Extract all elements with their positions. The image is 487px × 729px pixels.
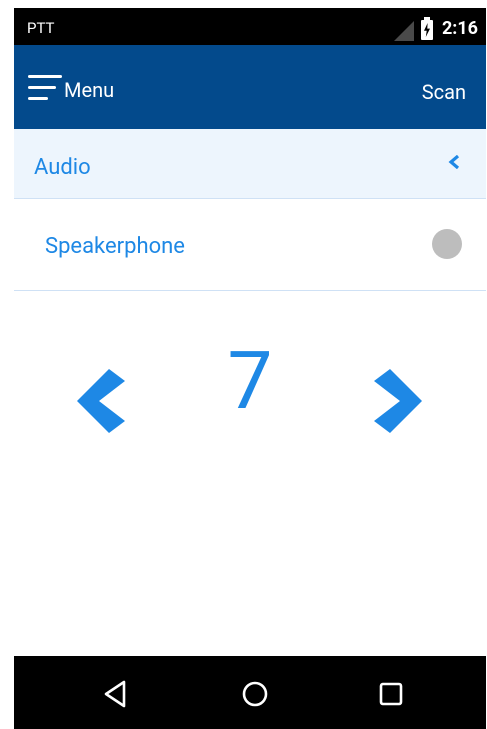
signal-icon — [394, 21, 414, 41]
status-bar: PTT 2:16 — [14, 8, 486, 45]
recents-square-icon[interactable] — [375, 678, 407, 710]
home-circle-icon[interactable] — [239, 678, 271, 710]
audio-section-header[interactable]: Audio — [14, 129, 486, 199]
speakerphone-toggle[interactable] — [432, 229, 462, 259]
speakerphone-label: Speakerphone — [45, 234, 185, 259]
carrier-label: PTT — [27, 19, 55, 37]
value-stepper: 7 — [14, 291, 486, 671]
hamburger-menu-icon[interactable] — [28, 75, 62, 101]
system-nav-bar — [14, 656, 486, 729]
battery-charging-icon — [421, 17, 433, 40]
status-time: 2:16 — [441, 18, 478, 39]
app-bar: Menu Scan — [14, 45, 486, 129]
menu-button[interactable]: Menu — [64, 78, 114, 102]
scan-button[interactable]: Scan — [422, 80, 466, 104]
chevron-left-icon[interactable] — [448, 155, 462, 169]
audio-section-title: Audio — [34, 155, 91, 180]
increment-chevron-right-icon[interactable] — [370, 361, 430, 441]
device-screen: PTT 2:16 Menu Scan Audio Speakerphone 7 — [14, 8, 486, 729]
speakerphone-row: Speakerphone — [14, 199, 486, 291]
back-triangle-icon[interactable] — [100, 678, 132, 710]
